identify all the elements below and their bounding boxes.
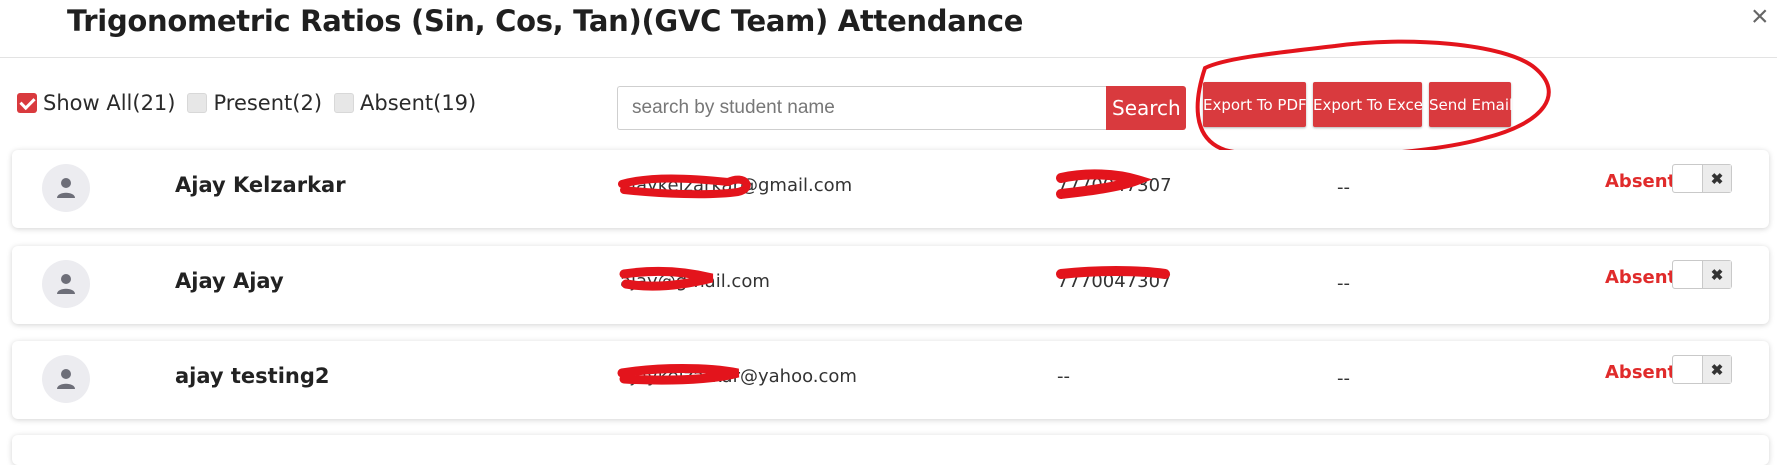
student-email: ajaykelzarkar@gmail.com xyxy=(620,175,853,196)
student-phone: 7770047307 xyxy=(1057,175,1172,196)
filter-label: Present(2) xyxy=(213,91,323,115)
user-icon xyxy=(57,178,75,198)
attendance-toggle[interactable]: ✖ xyxy=(1672,164,1732,193)
toggle-knob xyxy=(1673,261,1703,288)
search-input[interactable] xyxy=(617,86,1107,130)
student-phone: 7770047307 xyxy=(1057,271,1172,292)
close-icon: ✖ xyxy=(1703,356,1731,383)
send-email-button[interactable]: Send Email xyxy=(1429,82,1513,127)
table-row: Ajay Ajay ajay@gmail.com 7770047307 -- A… xyxy=(12,246,1769,324)
page-title: Trigonometric Ratios (Sin, Cos, Tan)(GVC… xyxy=(67,4,1024,38)
search-button[interactable]: Search xyxy=(1106,86,1186,130)
filter-absent[interactable]: Absent(19) xyxy=(334,91,476,115)
student-extra: -- xyxy=(1337,368,1350,389)
close-icon[interactable]: × xyxy=(1751,2,1777,32)
student-email: ajaykelzarkar@yahoo.com xyxy=(620,366,857,387)
export-excel-button[interactable]: Export To Excel xyxy=(1313,82,1427,127)
user-icon xyxy=(57,274,75,294)
student-name: ajay testing2 xyxy=(175,364,330,388)
modal-header: Trigonometric Ratios (Sin, Cos, Tan)(GVC… xyxy=(0,0,1777,58)
avatar xyxy=(42,164,90,212)
attendance-filters: Show All(21) Present(2) Absent(19) xyxy=(17,91,488,115)
student-name: Ajay Ajay xyxy=(175,269,284,293)
absent-checkbox[interactable] xyxy=(334,93,355,113)
close-icon: ✖ xyxy=(1703,165,1731,192)
filter-label: Show All(21) xyxy=(43,91,176,115)
student-phone: -- xyxy=(1057,366,1070,387)
filter-present[interactable]: Present(2) xyxy=(187,91,322,115)
status-badge: Absent xyxy=(1605,362,1677,383)
present-checkbox[interactable] xyxy=(187,93,208,113)
toggle-knob xyxy=(1673,165,1703,192)
table-row: Ajay Kelzarkar ajaykelzarkar@gmail.com 7… xyxy=(12,150,1769,228)
toggle-knob xyxy=(1673,356,1703,383)
show-all-checkbox[interactable] xyxy=(17,93,37,113)
student-email: ajay@gmail.com xyxy=(620,271,770,292)
table-row xyxy=(12,435,1769,465)
filter-show-all[interactable]: Show All(21) xyxy=(17,91,175,115)
status-badge: Absent xyxy=(1605,267,1677,288)
student-extra: -- xyxy=(1337,177,1350,198)
export-pdf-button[interactable]: Export To PDF xyxy=(1203,82,1307,127)
close-icon: ✖ xyxy=(1703,261,1731,288)
status-badge: Absent xyxy=(1605,171,1677,192)
student-name: Ajay Kelzarkar xyxy=(175,173,346,197)
attendance-toggle[interactable]: ✖ xyxy=(1672,260,1732,289)
avatar xyxy=(42,355,90,403)
filter-label: Absent(19) xyxy=(360,91,477,115)
avatar xyxy=(42,260,90,308)
attendance-toggle[interactable]: ✖ xyxy=(1672,355,1732,384)
user-icon xyxy=(57,369,75,389)
table-row: ajay testing2 ajaykelzarkar@yahoo.com --… xyxy=(12,341,1769,419)
student-extra: -- xyxy=(1337,273,1350,294)
